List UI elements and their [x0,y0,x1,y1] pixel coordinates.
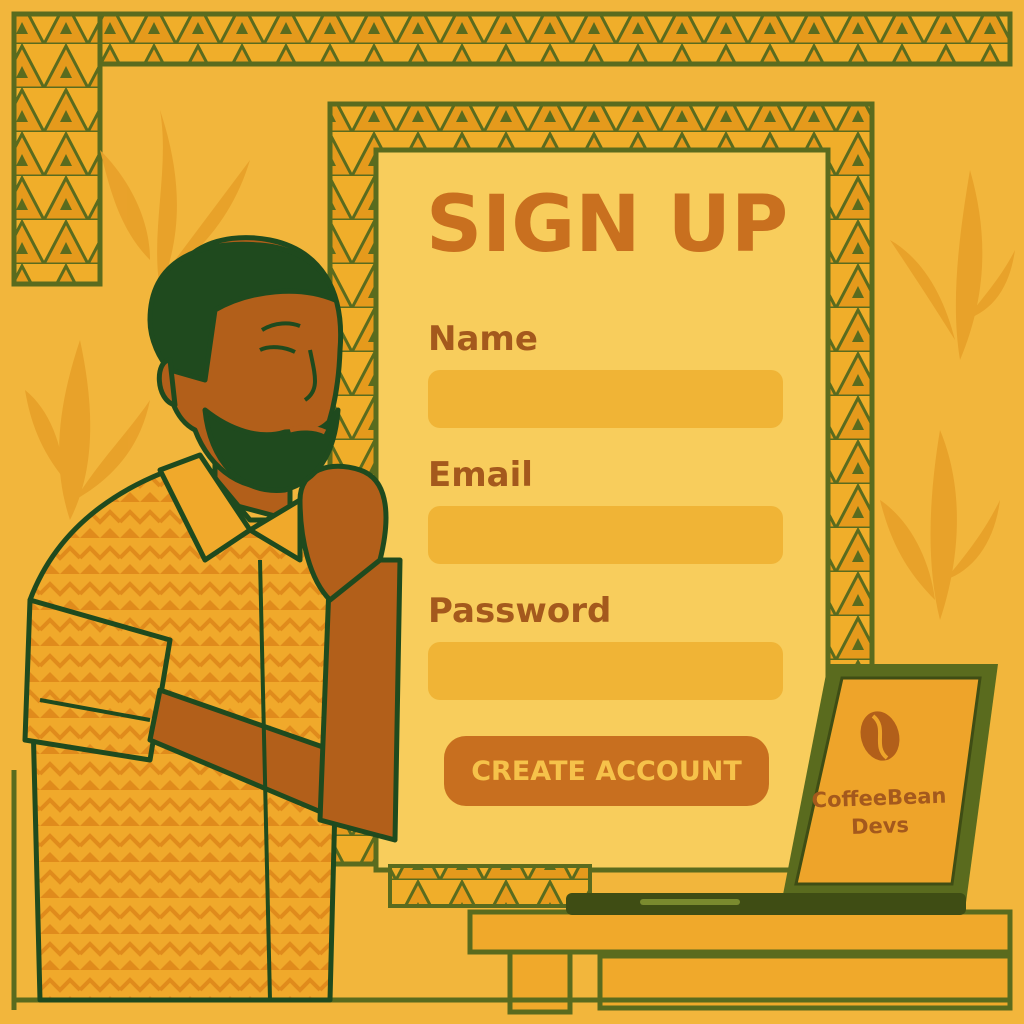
email-field[interactable] [428,506,783,564]
name-field[interactable] [428,370,783,428]
password-field[interactable] [428,642,783,700]
left-pattern-border [11,11,103,287]
top-pattern-border [11,11,1013,67]
desk [467,909,1013,955]
page-title: SIGN UP [426,180,789,270]
name-label: Name [428,319,538,359]
signup-illustration: SIGN UP Name Email Password CREATE ACCOU… [0,0,1024,1024]
create-account-button[interactable]: CREATE ACCOUNT [444,736,769,806]
brand-line-1: CoffeeBean [811,783,947,813]
brand-line-2: Devs [850,812,910,839]
email-label: Email [428,455,533,495]
password-label: Password [428,591,612,631]
laptop-brand-label: CoffeeBean Devs [811,782,948,843]
